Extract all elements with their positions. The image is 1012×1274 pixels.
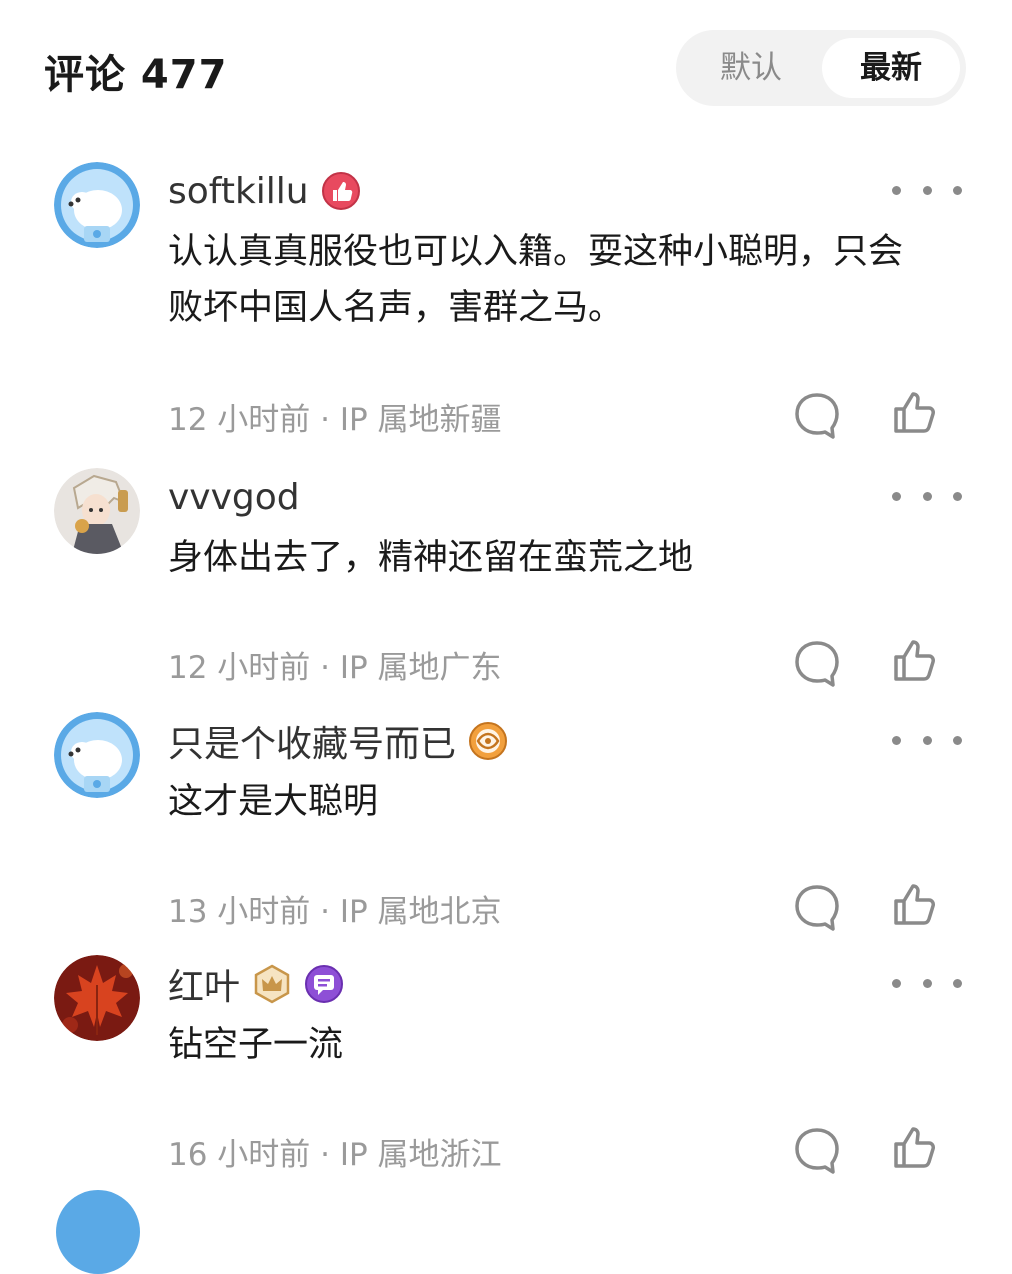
sort-toggle: 默认 最新 bbox=[676, 30, 966, 106]
comment-meta: 12 小时前 · IP 属地广东 bbox=[168, 650, 502, 686]
more-options-button[interactable] bbox=[892, 971, 962, 995]
username[interactable]: 只是个收藏号而已 bbox=[168, 715, 456, 767]
comment-text: 钻空子一流 bbox=[168, 1025, 344, 1065]
crown-badge-icon bbox=[252, 964, 292, 1004]
polar-bear-avatar[interactable] bbox=[54, 712, 140, 798]
more-options-button[interactable] bbox=[892, 484, 962, 508]
user-row: softkillu bbox=[168, 166, 361, 216]
comment-text: 认认真真服役也可以入籍。耍这种小聪明，只会败坏中国人名声，害群之马。 bbox=[168, 232, 904, 328]
comment-meta: 16 小时前 · IP 属地浙江 bbox=[168, 1137, 502, 1173]
message-badge-icon bbox=[304, 964, 344, 1004]
reply-icon[interactable] bbox=[792, 390, 842, 440]
polar-bear-avatar[interactable] bbox=[54, 162, 140, 248]
reply-icon[interactable] bbox=[792, 638, 842, 688]
comments-title: 评论 477 bbox=[44, 52, 228, 98]
more-options-button[interactable] bbox=[892, 178, 962, 202]
red-maple-leaf-avatar[interactable] bbox=[54, 955, 140, 1041]
username[interactable]: softkillu bbox=[168, 171, 309, 212]
like-icon[interactable] bbox=[890, 1123, 940, 1173]
username[interactable]: 红叶 bbox=[168, 958, 240, 1010]
reply-icon[interactable] bbox=[792, 1125, 842, 1175]
like-icon[interactable] bbox=[890, 880, 940, 930]
comment-text: 身体出去了，精神还留在蛮荒之地 bbox=[168, 538, 694, 578]
more-options-button[interactable] bbox=[892, 728, 962, 752]
user-row: 只是个收藏号而已 bbox=[168, 716, 508, 766]
comment-text: 这才是大聪明 bbox=[168, 782, 379, 822]
next-comment-avatar[interactable] bbox=[56, 1190, 140, 1274]
sort-default-button[interactable]: 默认 bbox=[682, 38, 820, 98]
comments-header: 评论 477 默认 最新 bbox=[0, 0, 1012, 130]
comment-meta: 12 小时前 · IP 属地新疆 bbox=[168, 402, 502, 438]
eye-badge-icon bbox=[468, 721, 508, 761]
sort-latest-button[interactable]: 最新 bbox=[822, 38, 960, 98]
user-row: 红叶 bbox=[168, 959, 344, 1009]
like-icon[interactable] bbox=[890, 388, 940, 438]
username[interactable]: vvvgod bbox=[168, 477, 300, 518]
user-row: vvvgod bbox=[168, 472, 300, 522]
like-icon[interactable] bbox=[890, 636, 940, 686]
anime-character-avatar[interactable] bbox=[54, 468, 140, 554]
thumbs-up-badge-icon bbox=[321, 171, 361, 211]
comment-meta: 13 小时前 · IP 属地北京 bbox=[168, 894, 502, 930]
reply-icon[interactable] bbox=[792, 882, 842, 932]
